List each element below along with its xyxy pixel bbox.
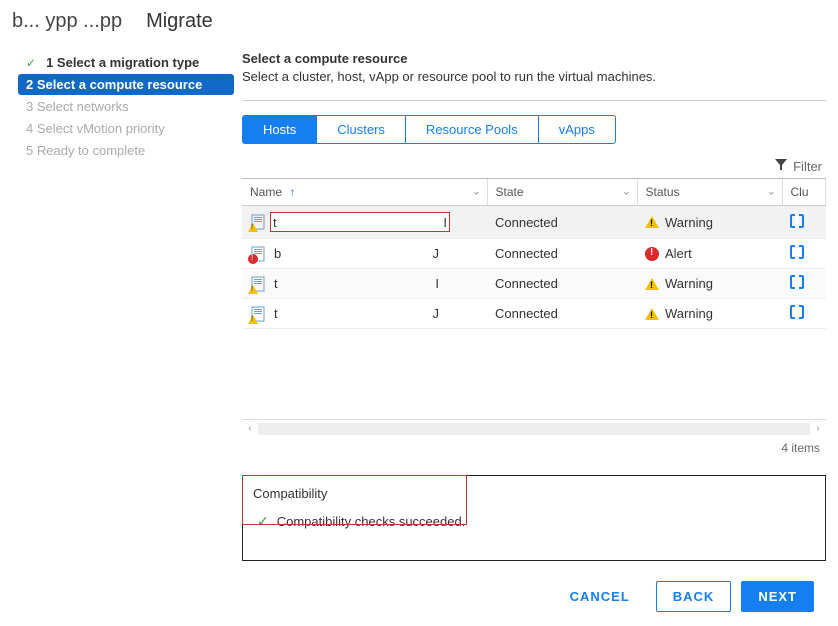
warning-icon [645, 216, 659, 228]
footer-buttons: CANCEL BACK NEXT [242, 561, 826, 612]
cell-name: tI [242, 206, 487, 239]
resource-type-tabs: Hosts Clusters Resource Pools vApps [242, 115, 826, 144]
table-row[interactable]: tIConnected Warning [242, 269, 826, 299]
object-name: b... ypp ...pp [12, 10, 122, 33]
cell-name: tJ [242, 299, 487, 329]
host-name-text: t [274, 276, 278, 291]
wizard-steps: ✓ 1 Select a migration type 2 Select a c… [18, 51, 234, 612]
cluster-icon [790, 245, 804, 259]
cluster-icon [790, 305, 804, 319]
section-desc: Select a cluster, host, vApp or resource… [242, 69, 826, 84]
host-icon [250, 306, 266, 322]
dialog-title: Migrate [146, 10, 213, 33]
cell-name: bJ [242, 239, 487, 269]
tab-resource-pools[interactable]: Resource Pools [405, 115, 539, 144]
item-count: 4 items [242, 437, 826, 455]
table-row[interactable]: tJConnected Warning [242, 299, 826, 329]
chevron-down-icon[interactable]: ⌄ [622, 187, 630, 198]
warning-badge-icon [248, 223, 258, 232]
cancel-button[interactable]: CANCEL [554, 581, 646, 612]
status-text: Warning [665, 276, 713, 291]
table-row[interactable]: bJConnected Alert [242, 239, 826, 269]
cell-state: Connected [487, 299, 637, 329]
host-icon [250, 246, 266, 262]
table-row[interactable]: tI Connected Warning [242, 206, 826, 239]
back-button[interactable]: BACK [656, 581, 732, 612]
cell-cluster [782, 206, 826, 239]
host-name-text: t [274, 306, 278, 321]
cluster-icon [790, 275, 804, 289]
highlight-annotation: tI [270, 212, 450, 232]
tab-vapps[interactable]: vApps [538, 115, 616, 144]
cell-status: Warning [637, 299, 782, 329]
cell-cluster [782, 269, 826, 299]
cell-state: Connected [487, 269, 637, 299]
chevron-down-icon[interactable]: ⌄ [767, 187, 775, 198]
hosts-table: Name ↑ ⌄ State ⌄ Status ⌄ [242, 178, 826, 455]
filter-icon[interactable] [775, 158, 787, 174]
col-header-cluster[interactable]: Clu [782, 179, 826, 206]
col-header-status[interactable]: Status ⌄ [637, 179, 782, 206]
tab-hosts[interactable]: Hosts [242, 115, 317, 144]
host-name-text: t [273, 215, 277, 230]
col-header-state[interactable]: State ⌄ [487, 179, 637, 206]
sort-asc-icon: ↑ [289, 185, 295, 199]
cell-name: tI [242, 269, 487, 299]
host-name-text: b [274, 246, 281, 261]
cell-status: Alert [637, 239, 782, 269]
compatibility-message: Compatibility checks succeeded. [277, 514, 466, 529]
cell-cluster [782, 299, 826, 329]
warning-icon [645, 308, 659, 320]
tab-clusters[interactable]: Clusters [316, 115, 406, 144]
wizard-step-3: 3 Select networks [18, 96, 234, 117]
wizard-step-5: 5 Ready to complete [18, 140, 234, 161]
filter-label[interactable]: Filter [793, 159, 822, 174]
warning-icon [645, 278, 659, 290]
divider [242, 100, 826, 101]
warning-badge-icon [248, 315, 258, 324]
chevron-down-icon[interactable]: ⌄ [472, 187, 480, 198]
cell-status: Warning [637, 269, 782, 299]
col-header-name[interactable]: Name ↑ ⌄ [242, 179, 487, 206]
scroll-left-icon[interactable]: ‹ [242, 423, 258, 434]
status-text: Alert [665, 246, 692, 261]
status-text: Warning [665, 306, 713, 321]
cluster-icon [790, 214, 804, 228]
check-icon: ✓ [257, 513, 269, 530]
alert-icon [645, 247, 659, 261]
cell-cluster [782, 239, 826, 269]
compatibility-panel: Compatibility ✓ Compatibility checks suc… [242, 475, 826, 561]
check-icon: ✓ [26, 56, 36, 70]
status-text: Warning [665, 215, 713, 230]
table-body: tIConnectedWarningbJConnectedAlerttIConn… [242, 206, 826, 329]
next-button[interactable]: NEXT [741, 581, 814, 612]
section-title: Select a compute resource [242, 51, 826, 66]
compatibility-title: Compatibility [253, 486, 815, 501]
cell-state: Connected [487, 206, 637, 239]
host-icon [250, 276, 266, 292]
cell-state: Connected [487, 239, 637, 269]
wizard-step-4: 4 Select vMotion priority [18, 118, 234, 139]
host-icon [250, 214, 266, 230]
wizard-step-2[interactable]: 2 Select a compute resource [18, 74, 234, 95]
alert-badge-icon [248, 254, 258, 264]
dialog-header: b... ypp ...pp Migrate [0, 0, 838, 37]
wizard-step-1[interactable]: ✓ 1 Select a migration type [18, 52, 234, 73]
scroll-right-icon[interactable]: › [810, 423, 826, 434]
warning-badge-icon [248, 285, 258, 294]
horizontal-scrollbar[interactable]: ‹ › [242, 419, 826, 437]
scroll-track[interactable] [258, 423, 810, 435]
cell-status: Warning [637, 206, 782, 239]
